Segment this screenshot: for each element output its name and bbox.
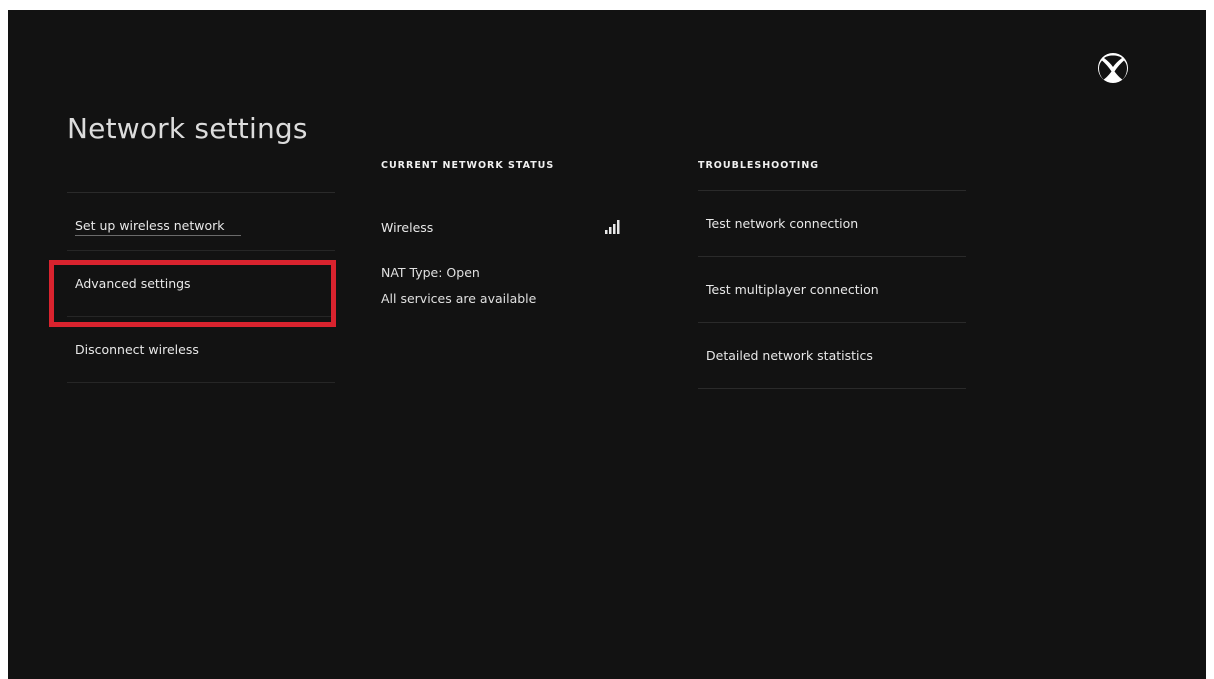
- network-menu: Set up wireless network Advanced setting…: [67, 192, 335, 383]
- section-heading: CURRENT NETWORK STATUS: [381, 160, 555, 171]
- services-status: All services are available: [381, 291, 537, 306]
- divider: [67, 192, 335, 193]
- menu-item-label: Test network connection: [706, 216, 859, 231]
- section-heading: TROUBLESHOOTING: [698, 160, 820, 171]
- menu-item-label: Advanced settings: [75, 276, 191, 291]
- menu-item-label: Test multiplayer connection: [706, 282, 879, 297]
- menu-item-label: Detailed network statistics: [706, 348, 873, 363]
- signal-strength-icon: [605, 220, 620, 234]
- detailed-network-statistics-button[interactable]: Detailed network statistics: [698, 323, 966, 389]
- menu-item-label: Disconnect wireless: [75, 342, 199, 357]
- network-status-panel: CURRENT NETWORK STATUS Wireless NAT Type…: [381, 160, 636, 306]
- connection-type: Wireless: [381, 220, 434, 235]
- set-up-wireless-network-button[interactable]: Set up wireless network: [67, 201, 335, 251]
- advanced-settings-button[interactable]: Advanced settings: [67, 251, 335, 317]
- connection-type-row: Wireless: [381, 220, 636, 235]
- menu-item-label: Set up wireless network: [75, 218, 225, 233]
- focus-underline: [75, 235, 241, 236]
- troubleshooting-panel: TROUBLESHOOTING Test network connection …: [698, 160, 966, 389]
- disconnect-wireless-button[interactable]: Disconnect wireless: [67, 317, 335, 383]
- xbox-logo-icon: [1098, 53, 1128, 83]
- test-multiplayer-connection-button[interactable]: Test multiplayer connection: [698, 257, 966, 323]
- page-title: Network settings: [67, 112, 308, 145]
- test-network-connection-button[interactable]: Test network connection: [698, 191, 966, 257]
- nat-type: NAT Type: Open: [381, 265, 480, 280]
- xbox-screen: Network settings Set up wireless network…: [8, 10, 1206, 679]
